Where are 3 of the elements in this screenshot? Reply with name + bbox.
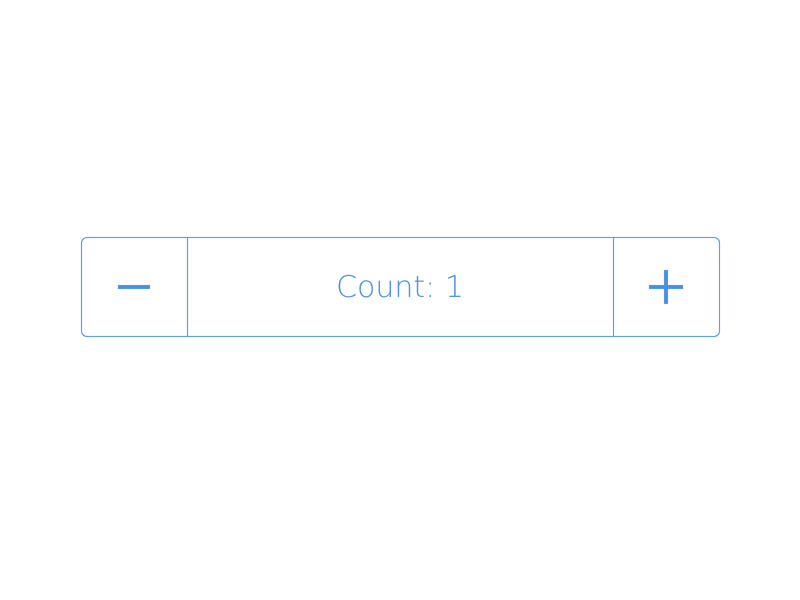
minus-icon [118,285,150,289]
plus-icon [649,270,683,304]
count-label: Count: 1 [336,270,464,304]
